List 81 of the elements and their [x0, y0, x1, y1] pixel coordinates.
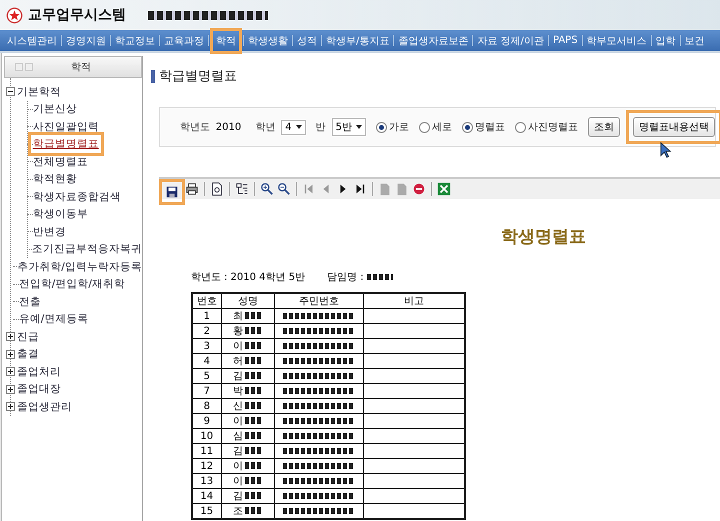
- table-cell: 7: [192, 384, 222, 398]
- table-cell: 김: [232, 446, 243, 457]
- table-cell: 8: [192, 398, 222, 414]
- year-field[interactable]: 2010: [216, 122, 242, 132]
- sidebar-title: 학적: [70, 61, 91, 74]
- tree-item[interactable]: 학생이동부: [32, 207, 88, 222]
- tree-item[interactable]: 추가취학/입력누락자등록: [17, 260, 142, 274]
- table-cell: 이: [232, 476, 243, 487]
- menu-tab[interactable]: 학부모서비스: [584, 32, 650, 48]
- radio-label[interactable]: 세로: [432, 120, 452, 134]
- radio-label[interactable]: 사진명렬표: [528, 120, 578, 134]
- table-cell: 1: [192, 308, 222, 324]
- table-cell: 이: [232, 461, 243, 472]
- tree-item[interactable]: 졸업생관리: [16, 400, 72, 414]
- tree-item[interactable]: 사진일괄입력: [32, 120, 99, 134]
- tree-item[interactable]: 진급: [16, 330, 39, 344]
- tree-item[interactable]: 기본신상: [32, 102, 77, 116]
- menu-tab[interactable]: PAPS: [550, 34, 581, 47]
- radio-label[interactable]: 가로: [389, 120, 409, 134]
- report-info: 학년도 : 2010 4학년 5반: [190, 271, 306, 284]
- tree-item[interactable]: 학적현황: [32, 172, 77, 186]
- class-dropdown[interactable]: 5반: [332, 118, 366, 136]
- app-title: 교무업무시스템: [28, 6, 126, 24]
- menu-tab[interactable]: 경영지원: [63, 32, 109, 48]
- column-header: 번호: [192, 293, 222, 308]
- table-cell: 10: [192, 428, 222, 444]
- table-cell: 황: [232, 326, 243, 337]
- table-cell: 박: [232, 386, 243, 397]
- menu-tab[interactable]: 교육과정: [161, 32, 207, 48]
- teacher-label: 담임명 :: [327, 271, 364, 284]
- table-cell: 3: [192, 338, 222, 354]
- button[interactable]: 조회: [588, 117, 620, 137]
- report-title: 학생명렬표: [500, 226, 587, 248]
- table-cell: 2: [192, 324, 222, 338]
- table-cell: 심: [232, 431, 243, 442]
- column-header: 성명: [221, 293, 274, 308]
- grade-label: 학년: [255, 121, 276, 134]
- table-cell: 5: [192, 368, 222, 384]
- table-cell: 이: [232, 416, 243, 427]
- table-cell: 이: [232, 341, 243, 352]
- table-cell: 4: [192, 354, 222, 368]
- menu-tab[interactable]: 자료 정제/이관: [474, 32, 547, 48]
- table-cell: 12: [192, 458, 222, 474]
- menu-tab[interactable]: 입학: [652, 32, 679, 48]
- table-cell: 14: [192, 488, 222, 504]
- table-cell: 김: [232, 491, 243, 502]
- table-cell: 13: [192, 474, 222, 488]
- tree-item[interactable]: 졸업처리: [16, 364, 61, 379]
- menu-tab[interactable]: 보건: [682, 32, 708, 48]
- table-cell: 허: [232, 356, 243, 367]
- grade-dropdown[interactable]: 4: [281, 120, 306, 134]
- table-cell: 조: [232, 506, 243, 517]
- page-title: 학급별명렬표: [158, 68, 237, 85]
- table-cell: 11: [192, 444, 222, 458]
- tree-item[interactable]: 학급별명렬표: [32, 137, 99, 152]
- menu-tab[interactable]: 졸업생자료보존: [395, 32, 472, 48]
- menu-tab[interactable]: 성적: [294, 32, 320, 48]
- table-cell: 김: [232, 371, 243, 382]
- tree-item[interactable]: 유예/면제등록: [18, 312, 88, 326]
- column-header: 주민번호: [274, 293, 364, 308]
- tree-item[interactable]: 전출: [18, 294, 41, 309]
- tree-item[interactable]: 학생자료종합검색: [32, 190, 121, 204]
- tree-item[interactable]: 전입학/편입학/재취학: [18, 277, 125, 292]
- tree-item[interactable]: 졸업대장: [16, 382, 61, 396]
- table-cell: 신: [232, 401, 243, 412]
- menu-tab[interactable]: 시스템관리: [4, 32, 60, 48]
- menu-tab[interactable]: 학적: [213, 32, 239, 48]
- class-label: 반: [316, 121, 326, 134]
- year-label: 학년도: [180, 121, 210, 134]
- table-cell: 9: [192, 414, 222, 428]
- table-cell: 최: [232, 311, 243, 322]
- radio-label[interactable]: 명렬표: [475, 120, 505, 134]
- menu-tab[interactable]: 학교정보: [112, 32, 158, 48]
- tree-item[interactable]: 조기진급부적응자복귀: [32, 242, 142, 256]
- menu-tab[interactable]: 학생부/통지표: [323, 32, 392, 48]
- tree-item[interactable]: 기본학적: [16, 84, 61, 99]
- tree-item[interactable]: 반변경: [32, 224, 66, 239]
- menu-tab[interactable]: 학생생활: [245, 32, 291, 48]
- tree-item[interactable]: 출결: [16, 347, 39, 362]
- button[interactable]: 명렬표내용선택: [633, 117, 715, 137]
- tree-item[interactable]: 전체명렬표: [32, 154, 88, 169]
